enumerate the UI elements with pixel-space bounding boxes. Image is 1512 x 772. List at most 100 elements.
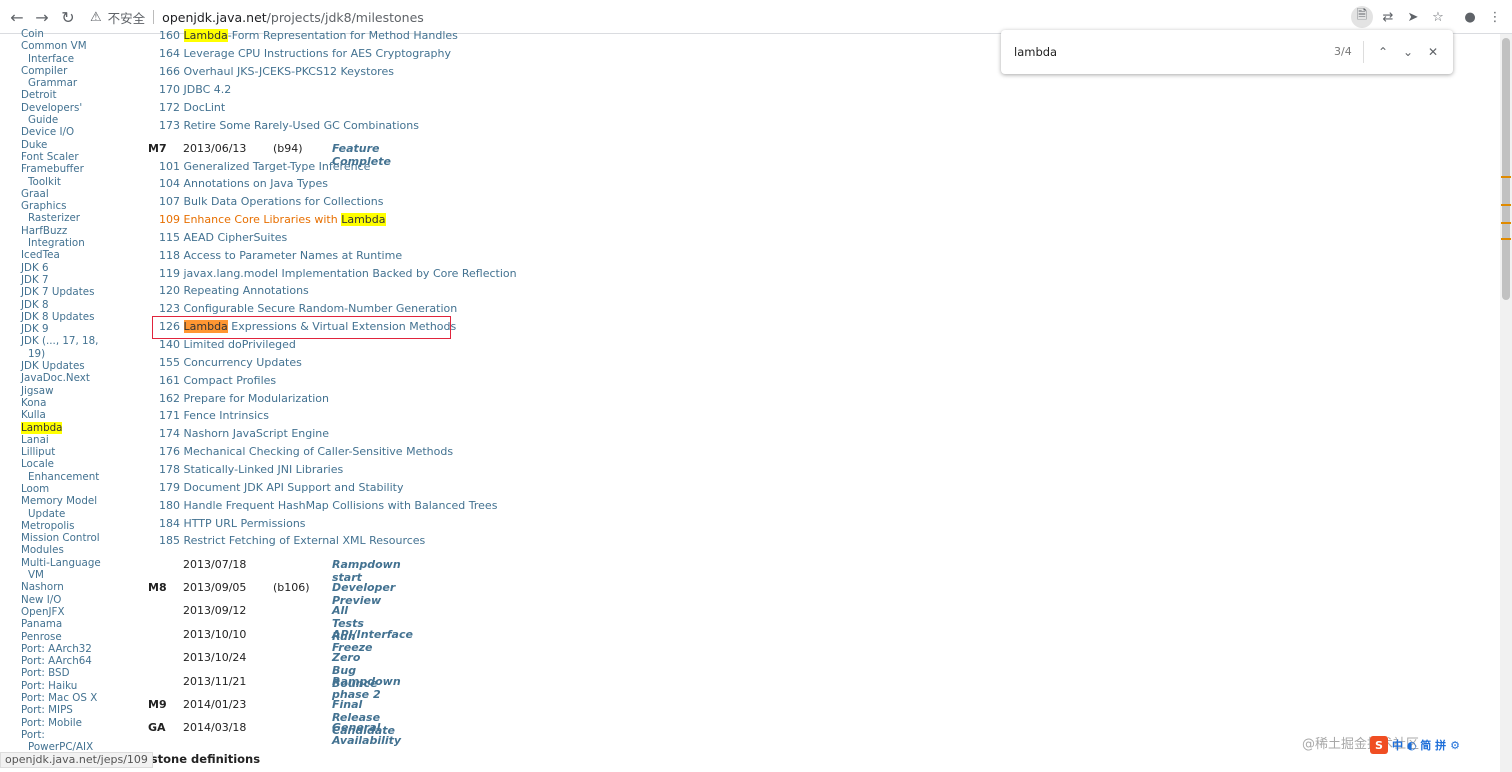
jep-link[interactable]: 119 javax.lang.model Implementation Back…: [159, 267, 517, 280]
sidebar-item[interactable]: Lambda: [21, 421, 121, 434]
sidebar-item-continuation[interactable]: Enhancement: [21, 471, 121, 483]
sidebar-item[interactable]: Jigsaw: [21, 385, 121, 397]
sidebar-item[interactable]: Panama: [21, 618, 121, 630]
profile-icon[interactable]: ●: [1459, 6, 1481, 28]
jep-link[interactable]: 162 Prepare for Modularization: [159, 392, 329, 405]
sidebar-item[interactable]: JDK 8 Updates: [21, 311, 121, 323]
sidebar-item[interactable]: New I/O: [21, 594, 121, 606]
sidebar-item-continuation[interactable]: Rasterizer: [21, 212, 121, 224]
sidebar-item[interactable]: Kona: [21, 397, 121, 409]
sidebar-item-continuation[interactable]: 19): [21, 348, 121, 360]
close-icon[interactable]: ✕: [1423, 42, 1443, 62]
find-input[interactable]: lambda: [1014, 45, 1057, 59]
jep-link[interactable]: 184 HTTP URL Permissions: [159, 517, 306, 530]
jep-link[interactable]: 155 Concurrency Updates: [159, 356, 302, 369]
sidebar-item-continuation[interactable]: Update: [21, 508, 121, 520]
sidebar-item[interactable]: Graphics: [21, 200, 121, 212]
sidebar-item[interactable]: IcedTea: [21, 249, 121, 261]
jep-link[interactable]: 104 Annotations on Java Types: [159, 177, 328, 190]
sidebar-item[interactable]: Port: Haiku: [21, 680, 121, 692]
sidebar-item[interactable]: Port: Mobile: [21, 717, 121, 729]
milestone-name[interactable]: Rampdown phase 2: [332, 675, 401, 701]
gear-icon[interactable]: ⚙: [1450, 739, 1460, 752]
arrow-left-icon[interactable]: ←: [6, 6, 28, 28]
sidebar-item[interactable]: Port: BSD: [21, 667, 121, 679]
sidebar-item-continuation[interactable]: VM: [21, 569, 121, 581]
sidebar-item[interactable]: Memory Model: [21, 495, 121, 507]
sidebar-item[interactable]: Port: Mac OS X: [21, 692, 121, 704]
jep-link[interactable]: 176 Mechanical Checking of Caller-Sensit…: [159, 445, 453, 458]
jep-link[interactable]: 123 Configurable Secure Random-Number Ge…: [159, 302, 457, 315]
sidebar-item[interactable]: JDK Updates: [21, 360, 121, 372]
sidebar-item[interactable]: JDK (..., 17, 18,: [21, 335, 121, 347]
star-icon[interactable]: ☆: [1427, 6, 1449, 28]
sidebar-item[interactable]: Metropolis: [21, 520, 121, 532]
chevron-down-icon[interactable]: ⌄: [1398, 42, 1418, 62]
menu-icon[interactable]: ⋮: [1484, 6, 1506, 28]
jep-link[interactable]: 179 Document JDK API Support and Stabili…: [159, 481, 404, 494]
address-bar[interactable]: ⚠ 不安全 openjdk.java.net/projects/jdk8/mil…: [90, 5, 424, 29]
sidebar-item[interactable]: Lanai: [21, 434, 121, 446]
sidebar-item[interactable]: Port:: [21, 729, 121, 741]
ime-labels[interactable]: 中 ◐ 简 拼: [1392, 737, 1446, 753]
jep-link[interactable]: 101 Generalized Target-Type Inference: [159, 160, 370, 173]
jep-link[interactable]: 107 Bulk Data Operations for Collections: [159, 195, 383, 208]
page-scrollbar[interactable]: [1500, 34, 1512, 772]
sidebar-item[interactable]: Mission Control: [21, 532, 121, 544]
jep-link[interactable]: 160 Lambda-Form Representation for Metho…: [159, 29, 458, 42]
jep-link[interactable]: 161 Compact Profiles: [159, 374, 276, 387]
sidebar-item[interactable]: JDK 7 Updates: [21, 286, 121, 298]
sidebar-item-continuation[interactable]: Guide: [21, 114, 121, 126]
jep-link[interactable]: 120 Repeating Annotations: [159, 284, 309, 297]
sidebar-item[interactable]: Duke: [21, 139, 121, 151]
ime-toolbar[interactable]: S 中 ◐ 简 拼 ⚙: [1370, 734, 1496, 756]
sidebar-item[interactable]: Nashorn: [21, 581, 121, 593]
jep-link[interactable]: 109 Enhance Core Libraries with Lambda: [159, 213, 386, 227]
chevron-up-icon[interactable]: ⌃: [1373, 42, 1393, 62]
milestone-name[interactable]: General Availability: [332, 721, 401, 747]
reload-icon[interactable]: ↻: [57, 6, 79, 28]
sidebar-item[interactable]: Device I/O: [21, 126, 121, 138]
jep-link[interactable]: 166 Overhaul JKS-JCEKS-PKCS12 Keystores: [159, 65, 394, 78]
sidebar-item[interactable]: JDK 6: [21, 262, 121, 274]
sidebar-item-continuation[interactable]: Toolkit: [21, 176, 121, 188]
sidebar-item[interactable]: Compiler: [21, 65, 121, 77]
jep-link[interactable]: 185 Restrict Fetching of External XML Re…: [159, 534, 425, 547]
sidebar-item[interactable]: Graal: [21, 188, 121, 200]
jep-link[interactable]: 173 Retire Some Rarely-Used GC Combinati…: [159, 119, 419, 132]
sidebar-item[interactable]: OpenJFX: [21, 606, 121, 618]
sidebar-item-continuation[interactable]: Grammar: [21, 77, 121, 89]
sidebar-item[interactable]: JDK 9: [21, 323, 121, 335]
sidebar-item[interactable]: Port: AArch64: [21, 655, 121, 667]
translate-icon[interactable]: ⇄: [1377, 6, 1399, 28]
sidebar-item[interactable]: Kulla: [21, 409, 121, 421]
sidebar-item[interactable]: Loom: [21, 483, 121, 495]
send-icon[interactable]: ➤: [1402, 6, 1424, 28]
sidebar-item-continuation[interactable]: Integration: [21, 237, 121, 249]
sidebar-item[interactable]: Modules: [21, 544, 121, 556]
sidebar-item[interactable]: Developers': [21, 102, 121, 114]
sidebar-item[interactable]: JavaDoc.Next: [21, 372, 121, 384]
jep-link[interactable]: 140 Limited doPrivileged: [159, 338, 296, 351]
jep-link[interactable]: 164 Leverage CPU Instructions for AES Cr…: [159, 47, 451, 60]
jep-link[interactable]: 172 DocLint: [159, 101, 225, 114]
sidebar-item[interactable]: Port: MIPS: [21, 704, 121, 716]
sidebar-item[interactable]: Penrose: [21, 631, 121, 643]
jep-link[interactable]: 170 JDBC 4.2: [159, 83, 231, 96]
jep-link[interactable]: 115 AEAD CipherSuites: [159, 231, 287, 244]
sidebar-item[interactable]: Coin: [21, 28, 121, 40]
sidebar-item[interactable]: Common VM: [21, 40, 121, 52]
sidebar-item[interactable]: JDK 8: [21, 299, 121, 311]
jep-link[interactable]: 171 Fence Intrinsics: [159, 409, 269, 422]
jep-link[interactable]: 178 Statically-Linked JNI Libraries: [159, 463, 343, 476]
sidebar-item[interactable]: Lilliput: [21, 446, 121, 458]
sidebar-item[interactable]: Framebuffer: [21, 163, 121, 175]
jep-link[interactable]: 180 Handle Frequent HashMap Collisions w…: [159, 499, 497, 512]
sidebar-item[interactable]: Port: AArch32: [21, 643, 121, 655]
scrollbar-thumb[interactable]: [1502, 38, 1510, 300]
sidebar-item[interactable]: Detroit: [21, 89, 121, 101]
jep-link[interactable]: 118 Access to Parameter Names at Runtime: [159, 249, 402, 262]
jep-link[interactable]: 174 Nashorn JavaScript Engine: [159, 427, 329, 440]
sidebar-item[interactable]: Font Scaler: [21, 151, 121, 163]
sidebar-item[interactable]: JDK 7: [21, 274, 121, 286]
